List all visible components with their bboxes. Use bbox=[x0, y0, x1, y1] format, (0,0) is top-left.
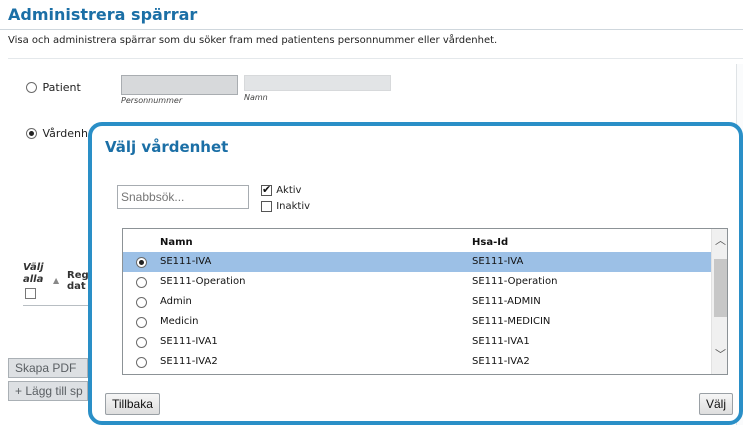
select-all-checkbox[interactable] bbox=[25, 288, 36, 299]
row-hsa-id: SE111-Operation bbox=[472, 276, 558, 287]
vardenhet-radio-label: Vårdenhe bbox=[42, 126, 95, 140]
list-item[interactable]: Admin SE111-ADMIN bbox=[123, 292, 711, 312]
valj-vardenhet-dialog: Välj vårdenhet Aktiv Inaktiv Namn Hsa-Id… bbox=[88, 122, 743, 425]
inaktiv-checkbox[interactable] bbox=[261, 201, 272, 212]
valj-alla-header-1: Välj bbox=[23, 262, 44, 273]
list-header: Namn Hsa-Id bbox=[123, 229, 711, 251]
scroll-down-icon[interactable]: ﹀ bbox=[714, 347, 727, 363]
row-hsa-id: SE111-IVA1 bbox=[472, 336, 530, 347]
sort-up-icon[interactable]: ▲ bbox=[53, 276, 59, 285]
aktiv-label: Aktiv bbox=[276, 185, 302, 196]
tillbaka-button[interactable]: Tillbaka bbox=[105, 393, 160, 415]
row-hsa-id: SE111-IVA2 bbox=[472, 356, 530, 367]
list-scrollbar[interactable]: ︿ ﹀ bbox=[711, 229, 727, 374]
list-item[interactable]: SE111-IVA1 SE111-IVA1 bbox=[123, 332, 711, 352]
row-hsa-id: SE111-IVA bbox=[472, 256, 524, 267]
row-radio[interactable] bbox=[136, 277, 147, 288]
scroll-thumb[interactable] bbox=[714, 259, 727, 317]
quick-search-input[interactable] bbox=[117, 185, 249, 209]
vardenhet-radio[interactable] bbox=[26, 127, 37, 139]
vardenhet-radio-row[interactable]: Vårdenhe bbox=[26, 126, 95, 140]
aktiv-checkbox[interactable] bbox=[261, 183, 272, 197]
list-item[interactable]: SE111-IVA SE111-IVA bbox=[123, 252, 711, 272]
reg-header-1: Reg bbox=[67, 270, 89, 281]
valj-alla-header-2: alla bbox=[23, 274, 44, 285]
filter-inaktiv[interactable]: Inaktiv bbox=[261, 201, 310, 213]
lagg-till-button[interactable]: + Lägg till sp bbox=[8, 381, 88, 401]
page-subtitle: Visa och administrera spärrar som du sök… bbox=[8, 35, 498, 46]
skapa-pdf-button[interactable]: Skapa PDF bbox=[8, 358, 88, 378]
inaktiv-label: Inaktiv bbox=[276, 201, 311, 212]
row-name: SE111-IVA bbox=[160, 256, 212, 267]
row-radio[interactable] bbox=[136, 317, 147, 328]
table-divider bbox=[23, 305, 93, 306]
column-header-namn[interactable]: Namn bbox=[160, 237, 193, 248]
dialog-title: Välj vårdenhet bbox=[105, 138, 229, 156]
filter-aktiv[interactable]: Aktiv bbox=[261, 183, 302, 197]
row-hsa-id: SE111-ADMIN bbox=[472, 296, 541, 307]
row-radio[interactable] bbox=[136, 297, 147, 308]
list-item[interactable]: SE111-IVA2 SE111-IVA2 bbox=[123, 352, 711, 372]
row-hsa-id: SE111-MEDICIN bbox=[472, 316, 551, 327]
row-name: Medicin bbox=[160, 316, 199, 327]
row-radio[interactable] bbox=[136, 337, 147, 348]
list-item[interactable]: SE111-Operation SE111-Operation bbox=[123, 272, 711, 292]
personnummer-label: Personnummer bbox=[121, 96, 183, 105]
patient-radio-label: Patient bbox=[42, 80, 81, 94]
reg-header-2: dat bbox=[67, 281, 86, 292]
namn-label: Namn bbox=[244, 93, 268, 102]
row-name: SE111-Operation bbox=[160, 276, 246, 287]
personnummer-input[interactable] bbox=[121, 75, 238, 95]
row-name: Admin bbox=[160, 296, 192, 307]
row-radio[interactable] bbox=[136, 357, 147, 368]
patient-radio[interactable] bbox=[26, 81, 37, 93]
namn-input[interactable] bbox=[244, 75, 391, 91]
patient-radio-row[interactable]: Patient bbox=[26, 80, 81, 94]
row-radio[interactable] bbox=[136, 257, 147, 268]
list-item[interactable]: Medicin SE111-MEDICIN bbox=[123, 312, 711, 332]
row-name: SE111-IVA2 bbox=[160, 356, 218, 367]
column-header-hsa-id[interactable]: Hsa-Id bbox=[472, 237, 508, 248]
title-divider bbox=[0, 29, 743, 30]
row-name: SE111-IVA1 bbox=[160, 336, 218, 347]
vardenhet-list: Namn Hsa-Id SE111-IVA SE111-IVA SE111-Op… bbox=[122, 228, 728, 375]
page-title: Administrera spärrar bbox=[8, 5, 198, 24]
valj-button[interactable]: Välj bbox=[699, 393, 734, 415]
scroll-up-icon[interactable]: ︿ bbox=[714, 233, 727, 249]
